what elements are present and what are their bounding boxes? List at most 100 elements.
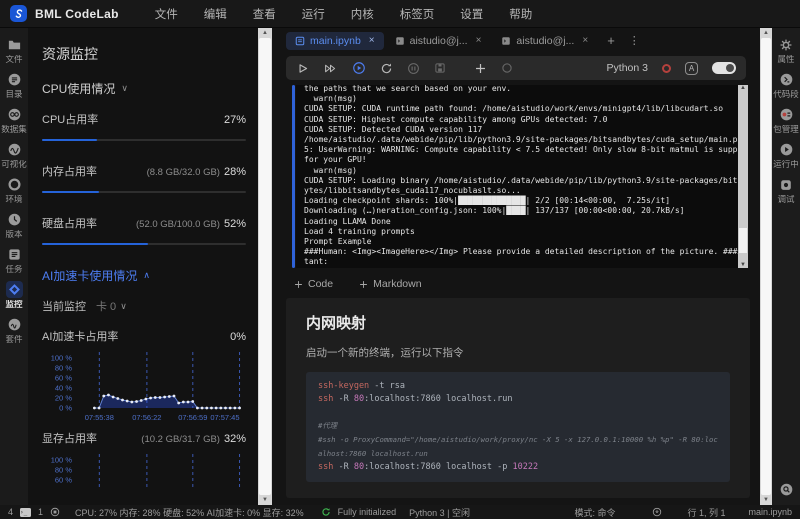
card-select-dropdown[interactable]: 卡 0 ∨ — [96, 298, 127, 314]
sidebar-item-debug[interactable]: 调试 — [773, 176, 799, 204]
kernel-status[interactable]: Python 3 | 空闲 — [409, 506, 470, 519]
cpu-section-header[interactable]: CPU使用情况 ∨ — [42, 80, 246, 97]
sidebar-item-running[interactable]: 运行中 — [773, 141, 799, 169]
save-notebook-button[interactable] — [434, 62, 446, 74]
close-icon[interactable]: × — [369, 35, 375, 46]
dataset-icon — [6, 106, 23, 123]
svg-text:100 %: 100 % — [51, 456, 73, 465]
restart-run-button[interactable] — [352, 61, 366, 75]
add-markdown-button[interactable]: Markdown — [359, 278, 422, 290]
search-icon — [778, 481, 795, 498]
mode-indicator[interactable]: 模式: 命令 — [574, 506, 615, 519]
debug-icon — [778, 176, 795, 193]
markdown-cell[interactable]: 内网映射 启动一个新的终端，运行以下指令 ssh-keygen -t rsa ss… — [286, 298, 750, 498]
sidebar-item-version[interactable]: 版本 — [1, 211, 27, 239]
menu-help[interactable]: 帮助 — [509, 6, 532, 22]
monitor-icon — [5, 281, 23, 298]
run-cell-button[interactable] — [296, 62, 309, 75]
sidebar-item-toc[interactable]: 目录 — [1, 71, 27, 99]
assistant-icon[interactable]: A — [685, 61, 698, 75]
notebook-scrollbar[interactable]: ▲ ▼ — [760, 28, 772, 505]
sidebar-item-monitor[interactable]: 监控 — [1, 281, 27, 309]
notebook-icon — [295, 36, 305, 45]
console-line: /home/aistudio/.data/webide/pip/lib/pyth… — [304, 135, 748, 145]
markdown-heading: 内网映射 — [306, 315, 367, 332]
console-line: Load 4 training prompts — [304, 226, 415, 236]
sidebar-item-visualization[interactable]: 可视化 — [1, 141, 27, 169]
code-snippet-icon — [778, 71, 795, 88]
tab-main-ipynb[interactable]: main.ipynb × — [286, 31, 384, 50]
console-line: Loading LLAMA Done — [304, 216, 391, 226]
vram-usage-chart: 100 % 80 % 60 % — [42, 452, 246, 488]
menu-run[interactable]: 运行 — [302, 6, 325, 22]
tab-more-menu-icon[interactable]: ⋮ — [625, 34, 644, 47]
scroll-down-icon[interactable]: ▼ — [258, 496, 272, 504]
interrupt-kernel-button[interactable] — [407, 62, 420, 75]
scroll-down-icon[interactable]: ▼ — [738, 262, 748, 268]
memory-usage-metric: 内存占用率 (8.8 GB/32.0 GB) 28% — [42, 163, 246, 193]
sidebar-item-help-search[interactable] — [778, 481, 795, 498]
menu-edit[interactable]: 编辑 — [204, 6, 227, 22]
cpu-usage-value: 27% — [223, 114, 246, 126]
scroll-up-icon[interactable]: ▲ — [258, 29, 272, 37]
markdown-code-block: ssh-keygen -t rsa ssh -R 80:localhost:786… — [306, 372, 730, 482]
bml-logo-icon — [10, 5, 27, 22]
svg-text:100 %: 100 % — [51, 354, 73, 363]
tab-terminal-1[interactable]: aistudio@j... × — [386, 32, 491, 50]
new-tab-button[interactable]: + — [599, 33, 623, 48]
sidebar-item-properties[interactable]: 属性 — [773, 36, 799, 64]
menu-settings[interactable]: 设置 — [460, 6, 483, 22]
memory-usage-value: 28% — [223, 166, 246, 178]
sync-icon — [321, 507, 331, 517]
menu-kernel[interactable]: 内核 — [351, 6, 374, 22]
tab-terminal-2[interactable]: aistudio@j... × — [492, 32, 597, 50]
kernel-name[interactable]: Python 3 — [607, 62, 648, 74]
disk-usage-label: 硬盘占用率 — [42, 218, 97, 230]
vram-usage-label: 显存占用率 — [42, 433, 97, 445]
gear-icon — [778, 36, 795, 53]
add-cell-button[interactable] — [474, 62, 487, 75]
notification-bell-icon[interactable] — [652, 507, 662, 517]
svg-text:07:55:38: 07:55:38 — [85, 413, 114, 422]
run-all-button[interactable] — [323, 62, 338, 75]
cell-output-console[interactable]: the paths that we search based on your e… — [296, 85, 748, 268]
code-line: #ssh -o ProxyCommand="/home/aistudio/wor… — [318, 435, 718, 458]
menu-file[interactable]: 文件 — [155, 6, 178, 22]
suite-icon — [6, 316, 23, 333]
console-line: Prompt Example — [304, 237, 372, 247]
kernel-sessions-icon — [50, 507, 60, 517]
svg-text:07:57:45: 07:57:45 — [210, 413, 239, 422]
scroll-up-icon[interactable]: ▲ — [738, 85, 748, 91]
sidebar-item-snippets[interactable]: 代码段 — [773, 71, 799, 99]
scroll-down-icon[interactable]: ▼ — [760, 496, 772, 504]
sidebar-item-files[interactable]: 文件 — [1, 36, 27, 64]
refresh-kernel-button[interactable] — [380, 62, 393, 75]
left-panel-scrollbar[interactable]: ▲ ▼ — [258, 28, 272, 505]
svg-text:80 %: 80 % — [55, 466, 72, 475]
code-line: ssh-keygen -t rsa — [318, 381, 406, 391]
visualization-icon — [6, 141, 23, 158]
cursor-position[interactable]: 行 1, 列 1 — [687, 506, 725, 519]
terminal-icon — [502, 36, 511, 45]
sidebar-item-packages[interactable]: 包管理 — [773, 106, 799, 134]
terminal-count[interactable]: 4 — [8, 507, 13, 517]
console-scrollbar[interactable]: ▲ ▼ — [738, 85, 748, 268]
folder-icon — [6, 36, 23, 53]
console-line: warn(msg) — [304, 165, 357, 175]
sidebar-item-suite[interactable]: 套件 — [1, 316, 27, 344]
ai-card-section-header[interactable]: AI加速卡使用情况 ∧ — [42, 267, 246, 284]
menu-tabs[interactable]: 标签页 — [400, 6, 435, 22]
menu-view[interactable]: 查看 — [253, 6, 276, 22]
close-icon[interactable]: × — [582, 35, 588, 46]
kernel-busy-indicator — [662, 63, 671, 73]
close-icon[interactable]: × — [476, 35, 482, 46]
sidebar-item-environment[interactable]: 环境 — [1, 176, 27, 204]
console-line: tant: — [304, 257, 329, 267]
scroll-up-icon[interactable]: ▲ — [760, 29, 772, 37]
cpu-usage-metric: CPU占用率 27% — [42, 111, 246, 141]
sidebar-item-tasks[interactable]: 任务 — [1, 246, 27, 274]
toolbar-toggle[interactable] — [712, 62, 736, 74]
kernel-count[interactable]: 1 — [38, 507, 43, 517]
add-code-button[interactable]: Code — [294, 278, 333, 290]
sidebar-item-dataset[interactable]: 数据集 — [1, 106, 27, 134]
